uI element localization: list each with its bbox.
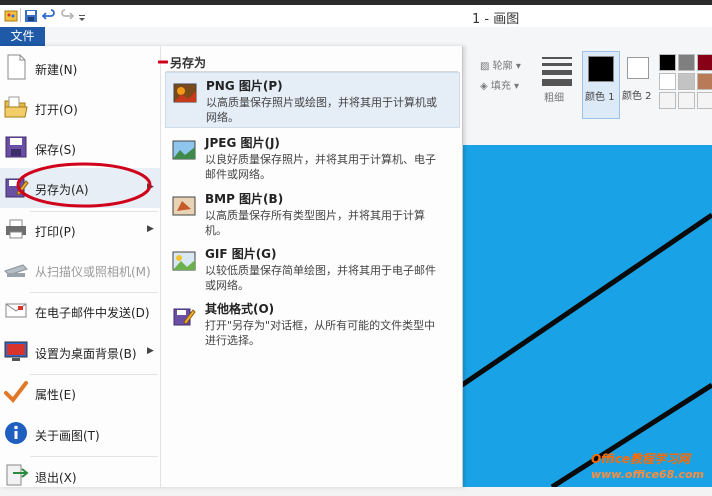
menu-item-send-email[interactable]: 在电子邮件中发送(D) <box>0 291 160 331</box>
save-as-bmp[interactable]: BMP 图片(B) 以高质量保存所有类型图片，并将其用于计算机。 <box>165 186 458 240</box>
save-as-png[interactable]: PNG 图片(P) 以高质量保存照片或绘图，并将其用于计算机或网络。 <box>165 72 460 128</box>
window-title: 1 - 画图 <box>472 12 520 27</box>
palette-swatch-3[interactable] <box>697 54 712 71</box>
menu-item-label: 保存(S) <box>35 143 76 157</box>
palette-swatch-6[interactable] <box>697 73 712 90</box>
menu-item-print[interactable]: 打印(P) ▶ <box>0 210 160 250</box>
color2-button[interactable]: 颜色 2 <box>622 51 656 117</box>
file-menu: 新建(N) 打开(O) 保存(S) 另存为(A) ▶ 打印(P) ▶ 从扫描仪或… <box>0 46 463 487</box>
menu-item-about[interactable]: 关于画图(T) <box>0 414 160 454</box>
info-icon <box>5 422 27 444</box>
option-title: GIF 图片(G) <box>205 247 277 261</box>
outline-label: 轮廓 <box>492 61 513 72</box>
menu-item-label: 关于画图(T) <box>35 429 100 443</box>
palette-swatch-8[interactable] <box>678 92 695 109</box>
open-folder-icon <box>4 96 28 118</box>
menu-item-label: 属性(E) <box>35 388 76 402</box>
menu-item-label: 新建(N) <box>35 63 78 77</box>
menu-item-exit[interactable]: 退出(X) <box>0 456 160 496</box>
palette-swatch-5[interactable] <box>678 73 695 90</box>
option-description: 以高质量保存所有类型图片，并将其用于计算机。 <box>205 209 425 237</box>
fill-label: 填充 <box>490 81 511 92</box>
customize-quick-access-icon[interactable] <box>78 9 86 23</box>
option-description: 以良好质量保存照片，并将其用于计算机、电子邮件或网络。 <box>205 153 436 181</box>
gif-image-icon <box>172 251 196 271</box>
size-label: 粗细 <box>544 93 564 104</box>
scanner-icon <box>4 264 28 277</box>
color1-swatch <box>588 56 614 82</box>
save-as-other-formats[interactable]: 其他格式(O) 打开"另存为"对话框，从所有可能的文件类型中进行选择。 <box>165 296 458 350</box>
palette-swatch-7[interactable] <box>659 92 676 109</box>
save-disk-icon <box>5 136 27 158</box>
menu-item-properties[interactable]: 属性(E) <box>0 373 160 413</box>
option-description: 打开"另存为"对话框，从所有可能的文件类型中进行选择。 <box>205 319 436 347</box>
option-title: PNG 图片(P) <box>206 79 283 93</box>
palette-swatch-4[interactable] <box>659 73 676 90</box>
desktop-background-icon <box>4 341 28 361</box>
palette-swatch-1[interactable] <box>659 54 676 71</box>
color1-label: 颜色 1 <box>585 92 615 103</box>
outline-button[interactable]: ▨ 轮廓 ▾ <box>480 57 521 72</box>
menu-item-label: 打开(O) <box>35 103 78 117</box>
exit-icon <box>6 464 29 486</box>
menu-item-from-scanner[interactable]: 从扫描仪或照相机(M) <box>0 250 160 290</box>
properties-check-icon <box>4 381 28 404</box>
printer-icon <box>6 219 26 239</box>
watermark: Office教程学习网 www.office68.com <box>591 450 704 481</box>
option-title: BMP 图片(B) <box>205 192 284 206</box>
menu-item-open[interactable]: 打开(O) <box>0 88 160 128</box>
title-bar: 1 - 画图 <box>0 5 712 27</box>
option-title: JPEG 图片(J) <box>205 136 280 150</box>
menu-item-label: 打印(P) <box>35 225 76 239</box>
redo-icon[interactable] <box>60 9 74 23</box>
save-as-gif[interactable]: GIF 图片(G) 以较低质量保存简单绘图，并将其用于电子邮件或网络。 <box>165 241 458 295</box>
file-tab[interactable]: 文件 <box>0 27 45 46</box>
bmp-image-icon <box>172 196 196 216</box>
menu-item-label: 退出(X) <box>35 471 77 485</box>
option-description: 以高质量保存照片或绘图，并将其用于计算机或网络。 <box>206 96 437 124</box>
color2-label: 颜色 2 <box>622 91 652 102</box>
red-dash-annotation <box>158 60 168 64</box>
save-icon[interactable] <box>24 9 38 23</box>
option-title: 其他格式(O) <box>205 302 275 316</box>
canvas-artwork <box>462 145 712 487</box>
option-description: 以较低质量保存简单绘图，并将其用于电子邮件或网络。 <box>205 264 436 292</box>
file-menu-commands: 新建(N) 打开(O) 保存(S) 另存为(A) ▶ 打印(P) ▶ 从扫描仪或… <box>0 46 161 487</box>
save-as-submenu: 另存为 PNG 图片(P) 以高质量保存照片或绘图，并将其用于计算机或网络。 J… <box>158 46 460 487</box>
submenu-arrow-icon: ▶ <box>147 346 154 356</box>
palette-swatch-2[interactable] <box>678 54 695 71</box>
size-line-3 <box>542 70 572 75</box>
size-line-4 <box>542 79 572 86</box>
size-line-1 <box>542 57 572 59</box>
red-circle-annotation <box>16 162 152 208</box>
menu-item-label: 从扫描仪或照相机(M) <box>35 265 151 279</box>
save-as-title: 另存为 <box>170 56 207 70</box>
color2-swatch <box>627 57 649 79</box>
undo-icon[interactable] <box>42 9 56 23</box>
color1-button[interactable]: 颜色 1 <box>582 51 620 119</box>
menu-item-set-desktop-background[interactable]: 设置为桌面背景(B) ▶ <box>0 332 160 372</box>
jpeg-image-icon <box>172 140 196 160</box>
size-line-2 <box>542 63 572 66</box>
png-image-icon <box>173 83 197 103</box>
menu-item-label: 设置为桌面背景(B) <box>35 347 137 361</box>
save-as-jpeg[interactable]: JPEG 图片(J) 以良好质量保存照片，并将其用于计算机、电子邮件或网络。 <box>165 130 458 184</box>
fill-button[interactable]: ◈ 填充 ▾ <box>480 77 519 92</box>
watermark-url: www.office68.com <box>590 468 704 481</box>
palette-swatch-9[interactable] <box>697 92 712 109</box>
watermark-brand: Office教程学习网 <box>590 452 691 466</box>
paint-app-icon <box>4 10 18 22</box>
other-formats-icon <box>173 308 196 326</box>
submenu-arrow-icon: ▶ <box>147 224 154 234</box>
menu-item-label: 在电子邮件中发送(D) <box>35 306 150 320</box>
fill-icon: ◈ <box>480 81 491 92</box>
qa-divider <box>20 8 21 22</box>
email-icon <box>5 303 27 318</box>
outline-icon: ▨ <box>480 61 493 72</box>
drawing-canvas[interactable] <box>462 145 712 487</box>
new-document-icon <box>7 54 26 80</box>
menu-item-new[interactable]: 新建(N) <box>0 48 160 88</box>
